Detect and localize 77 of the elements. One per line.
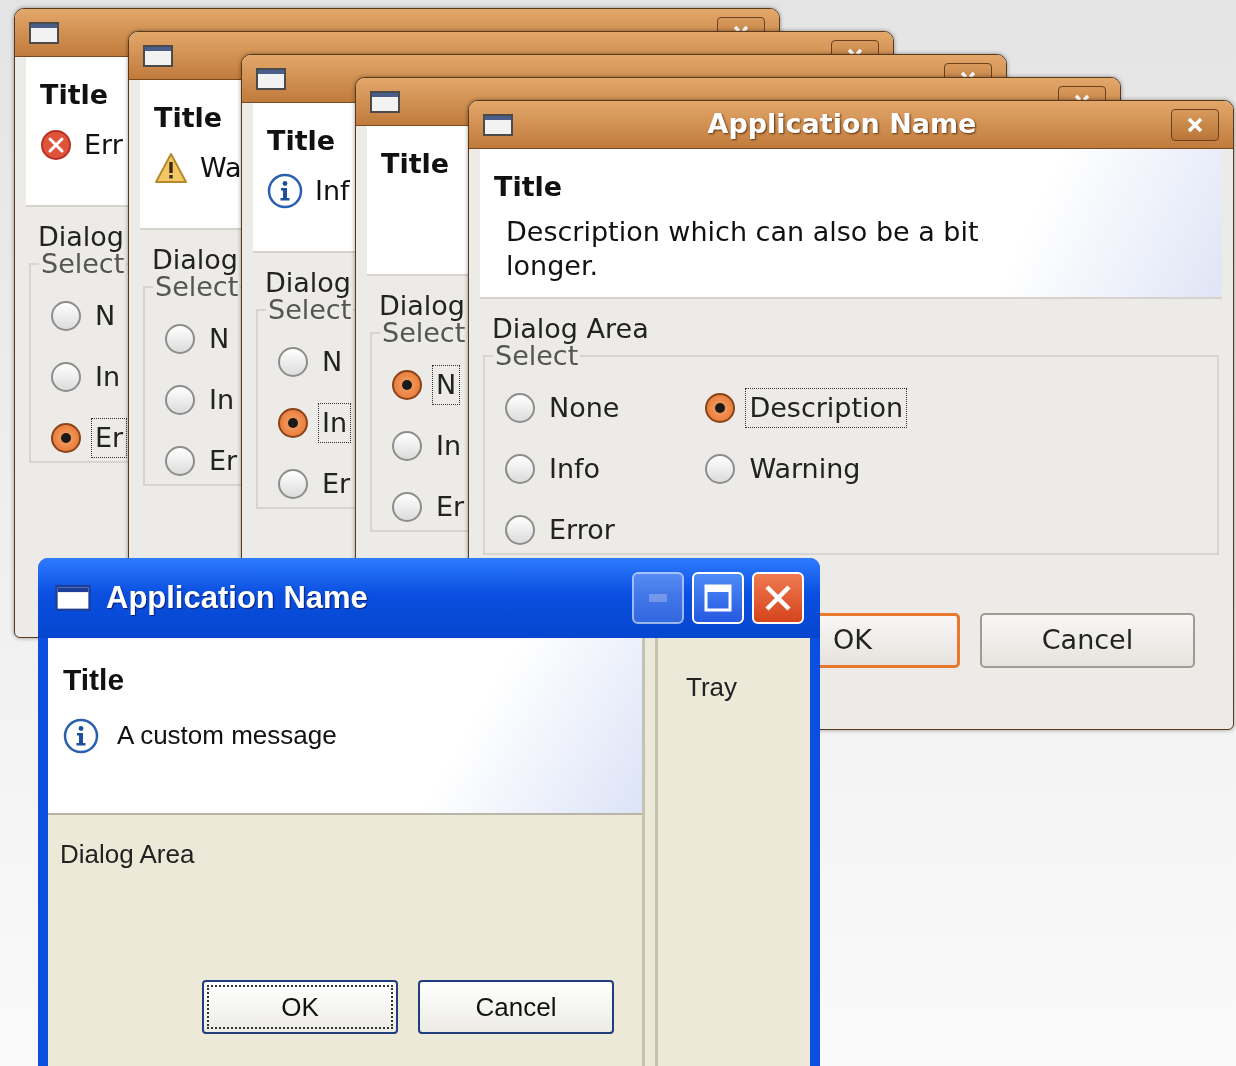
- minimize-icon: [649, 594, 667, 602]
- dialog-button[interactable]: Cancel: [418, 980, 614, 1034]
- radio-label: Er: [435, 489, 466, 524]
- radio-label: In: [208, 382, 236, 417]
- radio-label: N: [94, 298, 117, 333]
- window-icon: [483, 113, 513, 136]
- radio-label: In: [94, 359, 122, 394]
- maximize-icon: [704, 584, 732, 612]
- window-icon: [370, 90, 400, 113]
- message-text: Inf: [315, 174, 350, 208]
- dialog-heading: Title: [154, 101, 223, 135]
- radio-label: In: [318, 402, 352, 443]
- radio-button[interactable]: [505, 392, 535, 423]
- dialog-heading: Title: [494, 170, 563, 204]
- dialog-area-label: Dialog: [152, 243, 238, 276]
- window-icon: [143, 44, 173, 67]
- radio-label: N: [321, 344, 344, 379]
- radio-button[interactable]: [505, 514, 535, 545]
- radio-label: Er: [91, 417, 128, 458]
- dialog-area-label: Dialog: [265, 266, 351, 299]
- radio-button[interactable]: [392, 369, 422, 400]
- radio-button[interactable]: [392, 491, 422, 522]
- radio-label: None: [548, 390, 621, 425]
- error-icon: [40, 129, 72, 162]
- window-icon: [29, 21, 59, 44]
- dialog-heading: Title: [63, 662, 125, 698]
- window-icon: [256, 67, 286, 90]
- radio-label: Error: [548, 512, 616, 547]
- dialog-area-label: Dialog Area: [492, 312, 649, 345]
- dialog-heading: Title: [267, 124, 336, 158]
- close-button[interactable]: [1171, 108, 1219, 141]
- info-icon: [267, 173, 303, 210]
- radio-label: Er: [208, 443, 239, 478]
- dialog-button[interactable]: OK: [202, 980, 398, 1034]
- dialog-heading: Title: [40, 78, 109, 112]
- message-text: A custom message: [117, 719, 337, 752]
- radio-button[interactable]: [392, 430, 422, 461]
- window-title: Application Name: [106, 578, 369, 617]
- radio-button[interactable]: [165, 445, 195, 476]
- window-icon: [54, 585, 92, 611]
- close-icon: [763, 583, 793, 613]
- radio-button[interactable]: [278, 407, 308, 438]
- warning-icon: [154, 152, 188, 185]
- radio-button[interactable]: [51, 422, 81, 453]
- radio-button[interactable]: [705, 392, 736, 423]
- info-icon: [63, 717, 99, 754]
- radio-button[interactable]: [505, 453, 535, 484]
- message-text: Err: [84, 128, 123, 162]
- close-icon: [959, 69, 977, 77]
- radio-button[interactable]: [278, 468, 308, 499]
- radio-label: Description: [745, 387, 908, 428]
- dialog-area-label: Dialog Area: [60, 838, 195, 871]
- window-title: Application Name: [706, 107, 978, 142]
- radio-button[interactable]: [165, 384, 195, 415]
- close-icon: [732, 23, 750, 31]
- dialog-area-label: Dialog: [379, 289, 465, 322]
- radio-label: Info: [548, 451, 602, 486]
- radio-label: In: [435, 428, 463, 463]
- tray-label: Tray: [686, 672, 738, 702]
- dialog-button[interactable]: Cancel: [980, 613, 1195, 668]
- dialog-heading: Title: [381, 147, 450, 181]
- close-icon: [1186, 115, 1204, 134]
- radio-button[interactable]: [278, 346, 308, 377]
- radio-label: Warning: [748, 451, 862, 486]
- radio-label: N: [208, 321, 231, 356]
- radio-label: Er: [321, 466, 352, 501]
- radio-button[interactable]: [51, 300, 81, 331]
- message-text: Wa: [200, 151, 242, 185]
- radio-button[interactable]: [165, 323, 195, 354]
- dialog-area-label: Dialog: [38, 220, 124, 253]
- radio-label: N: [432, 364, 461, 405]
- radio-button[interactable]: [51, 361, 81, 392]
- close-icon: [846, 46, 864, 54]
- description-text: Description which can also be a bit longer.: [506, 215, 980, 283]
- maximize-button[interactable]: [692, 572, 744, 624]
- close-icon: [1073, 92, 1091, 100]
- radio-button[interactable]: [705, 453, 736, 484]
